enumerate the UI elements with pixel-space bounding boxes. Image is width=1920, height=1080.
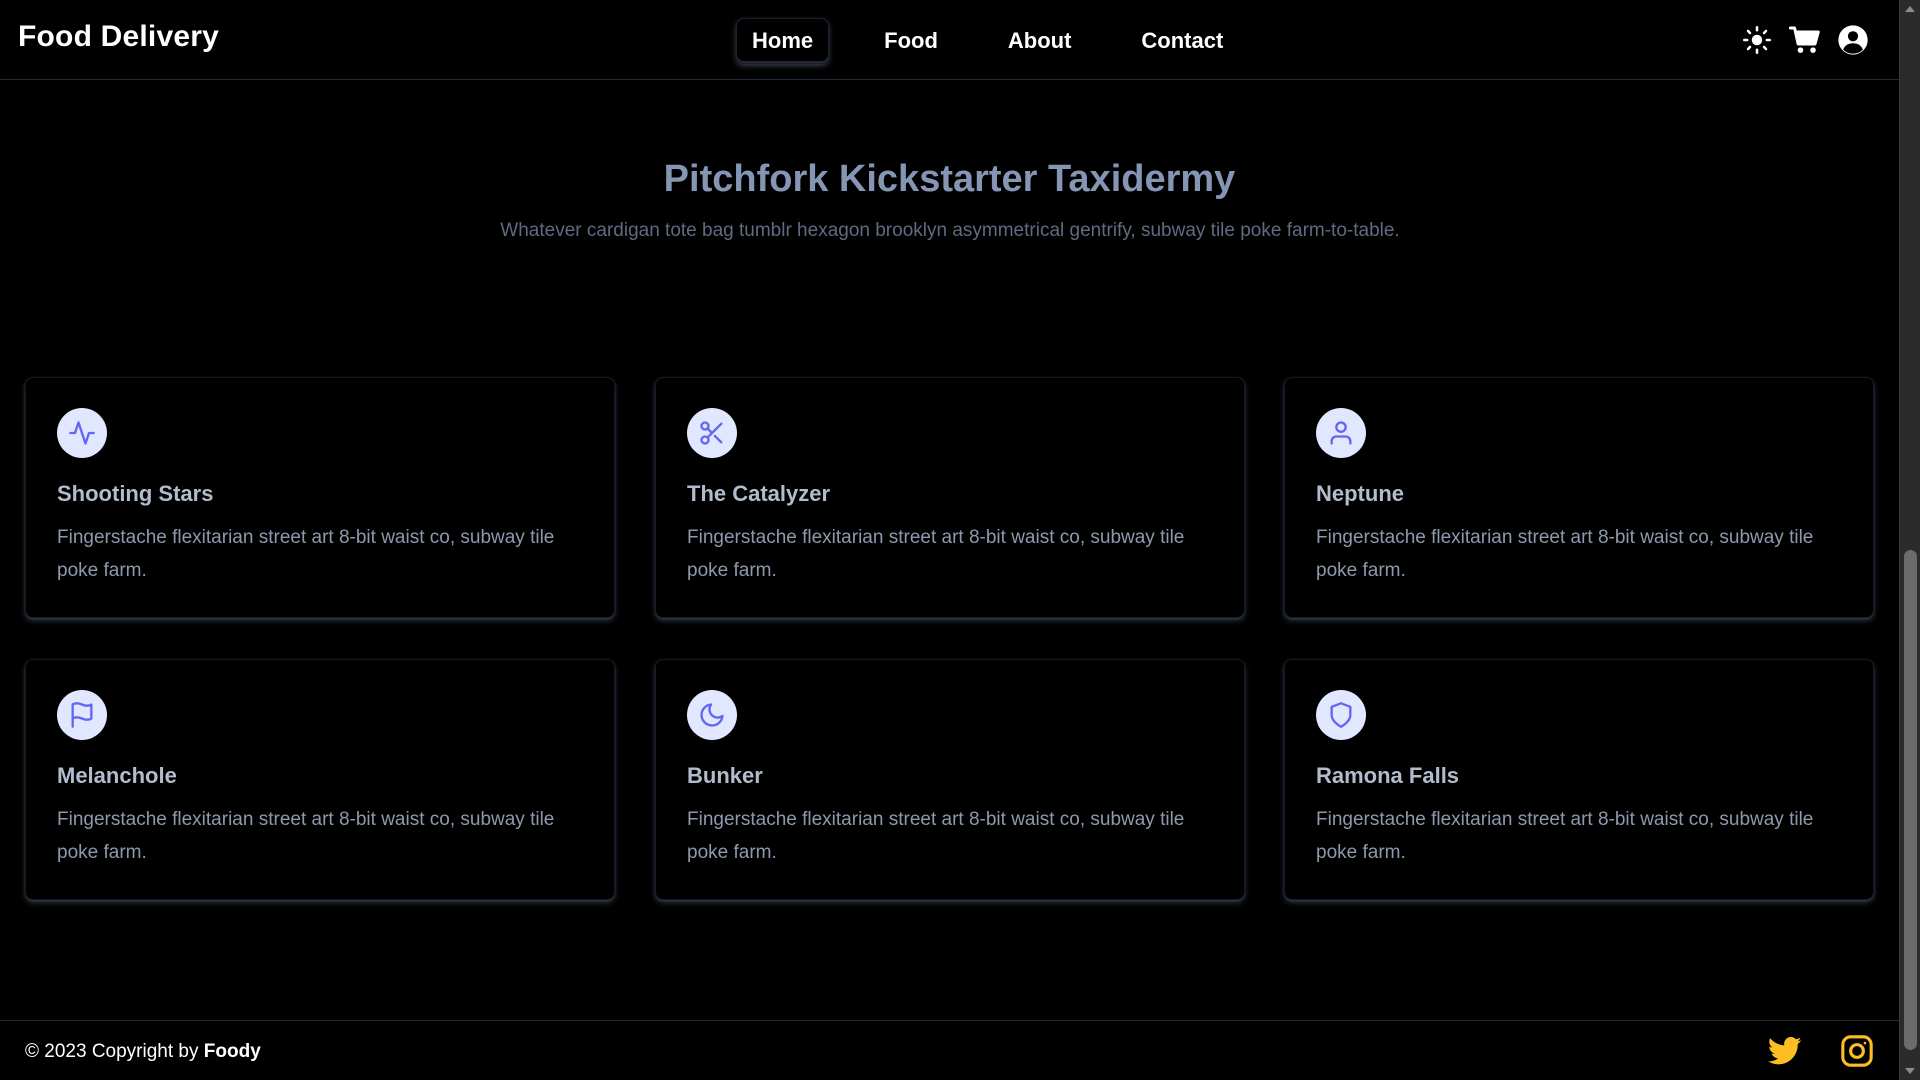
nav-home[interactable]: Home [736, 18, 830, 64]
moon-icon [687, 690, 737, 740]
scissors-icon [687, 408, 737, 458]
feature-card: Ramona Falls Fingerstache flexitarian st… [1284, 659, 1874, 900]
feature-text: Fingerstache flexitarian street art 8-bi… [1316, 809, 1814, 863]
flag-icon [57, 690, 107, 740]
social-links [1767, 1033, 1875, 1069]
feature-card: Neptune Fingerstache flexitarian street … [1284, 377, 1874, 618]
activity-icon [57, 408, 107, 458]
nav-about[interactable]: About [993, 19, 1087, 63]
feature-title: Melanchole [57, 763, 177, 788]
sun-icon[interactable] [1741, 24, 1773, 56]
copyright-brand[interactable]: Foody [204, 1041, 261, 1062]
nav-food[interactable]: Food [869, 19, 953, 63]
header-actions [1741, 24, 1869, 56]
feature-text: Fingerstache flexitarian street art 8-bi… [57, 527, 555, 581]
user-circle-icon[interactable] [1837, 24, 1869, 56]
feature-title: Shooting Stars [57, 481, 214, 506]
feature-text: Fingerstache flexitarian street art 8-bi… [687, 527, 1185, 581]
twitter-icon[interactable] [1767, 1033, 1803, 1069]
feature-title: Ramona Falls [1316, 763, 1460, 788]
scroll-thumb[interactable] [1904, 550, 1917, 1050]
scroll-up-icon[interactable] [1905, 6, 1915, 12]
section-title: Pitchfork Kickstarter Taxidermy [663, 158, 1236, 200]
feature-title: Neptune [1316, 481, 1404, 506]
feature-title: Bunker [687, 763, 763, 788]
vertical-scrollbar[interactable] [1899, 0, 1920, 1080]
section-description: Whatever cardigan tote bag tumblr hexago… [500, 220, 1400, 241]
feature-card: Melanchole Fingerstache flexitarian stre… [25, 659, 615, 900]
footer: © 2023 Copyright by Foody [0, 1020, 1899, 1080]
feature-text: Fingerstache flexitarian street art 8-bi… [687, 809, 1185, 863]
instagram-icon[interactable] [1839, 1033, 1875, 1069]
cart-icon[interactable] [1789, 24, 1821, 56]
shield-icon [1316, 690, 1366, 740]
feature-card: The Catalyzer Fingerstache flexitarian s… [655, 377, 1245, 618]
feature-card: Bunker Fingerstache flexitarian street a… [655, 659, 1245, 900]
main-nav: Home Food About Contact [736, 18, 1238, 64]
feature-title: The Catalyzer [687, 481, 831, 506]
nav-contact[interactable]: Contact [1126, 19, 1238, 63]
scroll-down-icon[interactable] [1905, 1068, 1915, 1074]
feature-text: Fingerstache flexitarian street art 8-bi… [57, 809, 555, 863]
browser-viewport: Food Delivery Home Food About Contact Pi… [0, 0, 1920, 1080]
user-icon [1316, 408, 1366, 458]
copyright-text: © 2023 Copyright by Foody [25, 1041, 261, 1063]
top-navbar: Food Delivery Home Food About Contact [0, 0, 1899, 80]
brand-logo[interactable]: Food Delivery [18, 20, 219, 54]
feature-card: Shooting Stars Fingerstache flexitarian … [25, 377, 615, 618]
feature-text: Fingerstache flexitarian street art 8-bi… [1316, 527, 1814, 581]
copyright-prefix: © 2023 Copyright by [25, 1041, 199, 1062]
page: Food Delivery Home Food About Contact Pi… [0, 0, 1899, 1080]
